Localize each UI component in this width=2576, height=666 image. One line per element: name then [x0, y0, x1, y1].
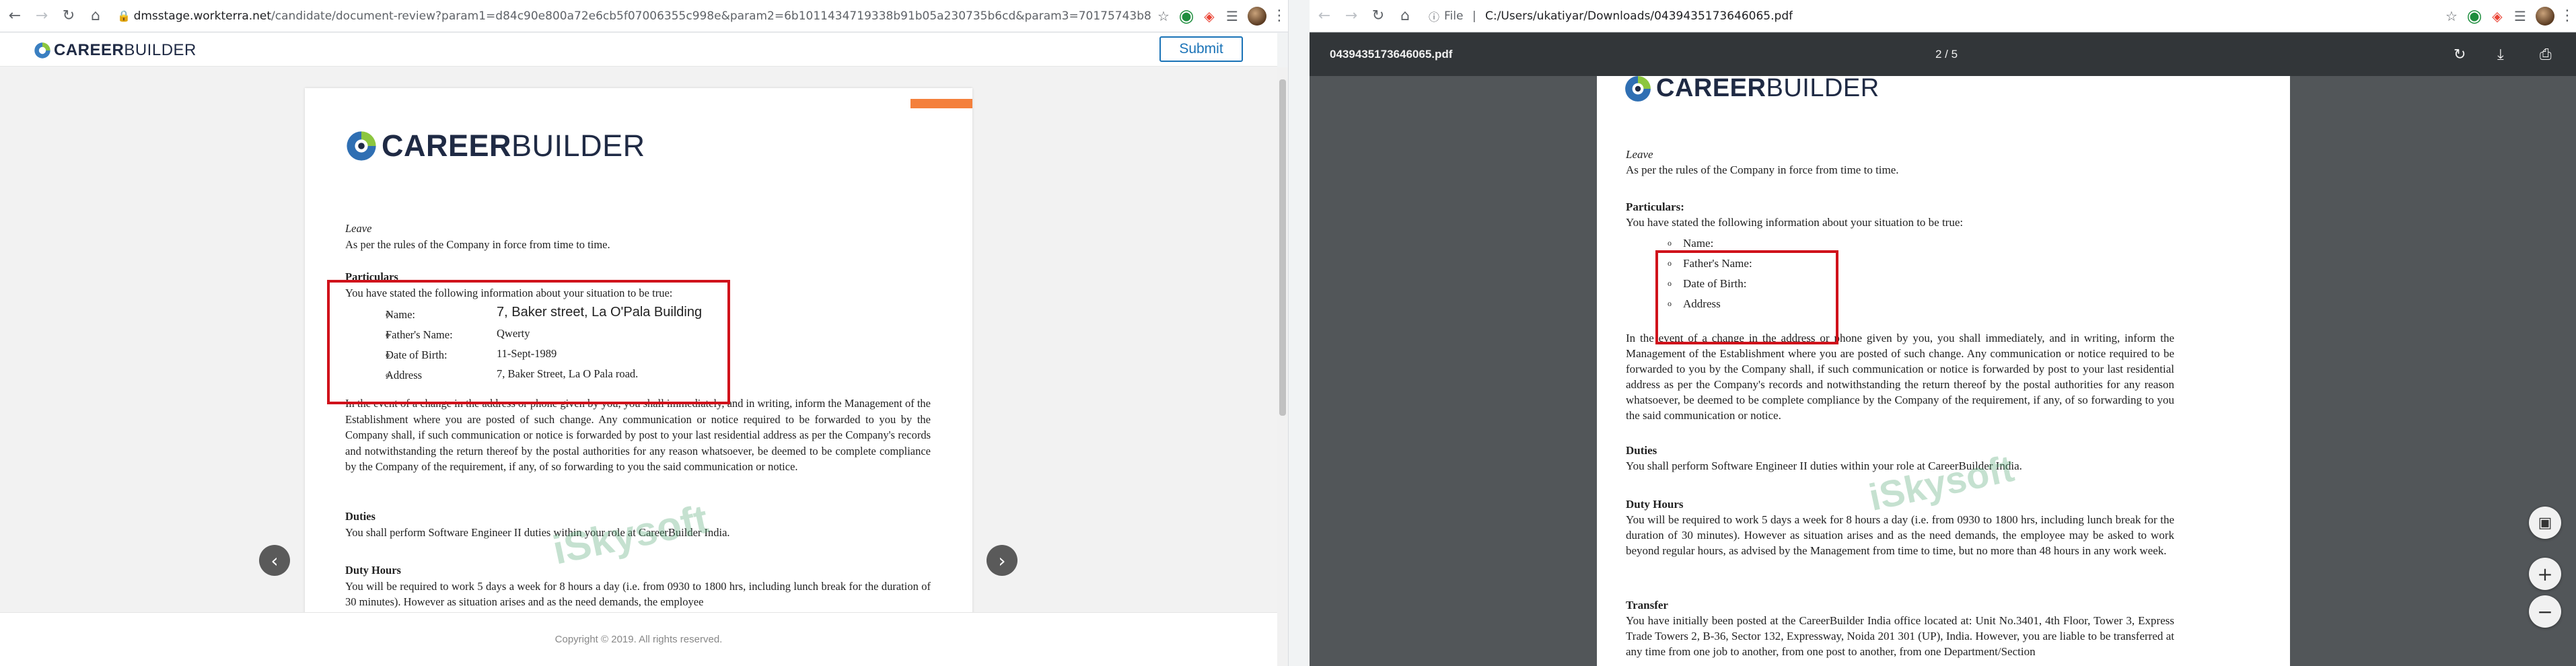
pdf-toolbar: 0439435173646065.pdf 2 / 5 ↻ ⤓ ⎙ — [1310, 33, 2576, 76]
zoom-in-icon[interactable]: + — [2529, 558, 2561, 590]
url-field[interactable]: ⓘ File | C:/Users/ukatiyar/Downloads/043… — [1424, 4, 2440, 28]
leave-text: As per the rules of the Company in force… — [345, 237, 610, 251]
highlight-box — [327, 280, 730, 404]
lock-icon: 🔒 — [117, 9, 131, 22]
rotate-icon[interactable]: ↻ — [2454, 46, 2466, 63]
pdf-viewer: CAREER BUILDER Leave As per the rules of … — [1310, 76, 2576, 666]
menu-icon[interactable]: ⋮ — [2559, 7, 2576, 24]
star-icon[interactable]: ☆ — [1152, 5, 1175, 28]
logo-bold-text: CAREER — [54, 41, 124, 59]
careerbuilder-mark-icon — [347, 131, 376, 161]
careerbuilder-mark-icon — [34, 42, 50, 59]
menu-icon[interactable]: ⋮ — [1271, 7, 1288, 24]
change-paragraph: In the event of a change in the address … — [345, 397, 931, 473]
duty-hours-section: Duty Hours You will be required to work … — [345, 562, 931, 610]
leave-heading: Leave — [1626, 148, 1653, 161]
doc-logo-light: BUILDER — [511, 128, 645, 163]
home-icon[interactable]: ⌂ — [1393, 4, 1417, 28]
grammarly-icon[interactable]: ◉ — [2463, 5, 2486, 28]
next-page-icon[interactable]: › — [987, 545, 1017, 576]
url-scheme: File — [1444, 9, 1464, 23]
duty-hours-text: You will be required to work 5 days a we… — [1626, 513, 2174, 557]
right-address-bar: ← → ↻ ⌂ ⓘ File | C:/Users/ukatiyar/Downl… — [1310, 0, 2576, 32]
app-header: CAREER BUILDER Submit — [0, 33, 1277, 67]
transfer-section: Transfer You have initially been posted … — [1626, 597, 2174, 659]
vertical-scrollbar[interactable] — [1277, 67, 1288, 666]
document-logo: CAREER BUILDER — [1624, 76, 1880, 103]
field-label: Name: — [1683, 236, 1714, 250]
duties-heading: Duties — [345, 510, 375, 523]
url-path: C:/Users/ukatiyar/Downloads/043943517364… — [1485, 9, 1793, 23]
extension-icon[interactable]: ◈ — [1198, 5, 1221, 28]
duty-hours-heading: Duty Hours — [345, 564, 401, 577]
grammarly-icon[interactable]: ◉ — [1175, 5, 1198, 28]
home-icon[interactable]: ⌂ — [83, 4, 108, 28]
media-icon[interactable]: ☰ — [1221, 5, 1244, 28]
forward-icon[interactable]: → — [30, 4, 54, 28]
zoom-out-icon[interactable]: − — [2529, 595, 2561, 628]
pdf-page: CAREER BUILDER Leave As per the rules of … — [1597, 76, 2290, 666]
forward-icon[interactable]: → — [1339, 4, 1363, 28]
careerbuilder-mark-icon — [1625, 76, 1651, 102]
document-viewer: CAREER BUILDER Leave As per the rules of … — [0, 67, 1277, 612]
submit-button[interactable]: Submit — [1159, 36, 1243, 62]
copyright-text: Copyright © 2019. All rights reserved. — [554, 634, 723, 645]
page-indicator[interactable]: 2 / 5 — [1935, 48, 1958, 61]
leave-section: Leave As per the rules of the Company in… — [345, 221, 931, 252]
print-icon[interactable]: ⎙ — [2540, 46, 2552, 63]
particulars-intro: You have stated the following informatio… — [1626, 216, 1964, 229]
leave-text: As per the rules of the Company in force… — [1626, 163, 1899, 176]
download-icon[interactable]: ⤓ — [2497, 46, 2504, 63]
careerbuilder-logo[interactable]: CAREER BUILDER — [34, 41, 196, 60]
duty-hours-text: You will be required to work 5 days a we… — [345, 579, 931, 609]
info-icon: ⓘ — [1428, 10, 1439, 24]
star-icon[interactable]: ☆ — [2440, 5, 2463, 28]
logo-light-text: BUILDER — [124, 41, 196, 59]
duty-hours-heading: Duty Hours — [1626, 498, 1684, 511]
leave-heading: Leave — [345, 222, 372, 235]
back-icon[interactable]: ← — [1312, 4, 1336, 28]
duties-heading: Duties — [1626, 444, 1657, 457]
reload-icon[interactable]: ↻ — [1366, 4, 1390, 28]
transfer-heading: Transfer — [1626, 599, 1668, 612]
url-field[interactable]: 🔒 dmsstage.workterra.net/candidate/docum… — [114, 4, 1152, 28]
leave-section: Leave As per the rules of the Company in… — [1626, 147, 2174, 178]
transfer-text: You have initially been posted at the Ca… — [1626, 614, 2174, 658]
url-path: /candidate/document-review?param1=d84c90… — [271, 9, 1152, 23]
left-address-bar: ← → ↻ ⌂ 🔒 dmsstage.workterra.net/candida… — [0, 0, 1288, 32]
extension-icon[interactable]: ◈ — [2486, 5, 2509, 28]
doc-logo-bold: CAREER — [1656, 76, 1766, 102]
profile-avatar[interactable] — [1248, 6, 1266, 26]
document-logo: CAREER BUILDER — [345, 128, 645, 163]
fit-page-icon[interactable]: ▣ — [2529, 507, 2561, 539]
pdf-title: 0439435173646065.pdf — [1330, 48, 1453, 61]
doc-logo-light: BUILDER — [1766, 76, 1880, 102]
reload-icon[interactable]: ↻ — [57, 4, 81, 28]
left-browser-window: ← → ↻ ⌂ 🔒 dmsstage.workterra.net/candida… — [0, 0, 1288, 666]
document-tag — [910, 99, 972, 108]
url-host: dmsstage.workterra.net — [133, 9, 272, 23]
back-icon[interactable]: ← — [3, 4, 27, 28]
prev-page-icon[interactable]: ‹ — [259, 545, 290, 576]
media-icon[interactable]: ☰ — [2509, 5, 2532, 28]
footer: Copyright © 2019. All rights reserved. — [0, 612, 1277, 666]
doc-logo-bold: CAREER — [382, 128, 512, 163]
profile-avatar[interactable] — [2536, 6, 2554, 26]
window-divider — [1288, 0, 1310, 666]
particulars-heading: Particulars: — [1626, 200, 1684, 213]
right-browser-window: ← → ↻ ⌂ ⓘ File | C:/Users/ukatiyar/Downl… — [1310, 0, 2576, 666]
highlight-box — [1655, 250, 1838, 344]
